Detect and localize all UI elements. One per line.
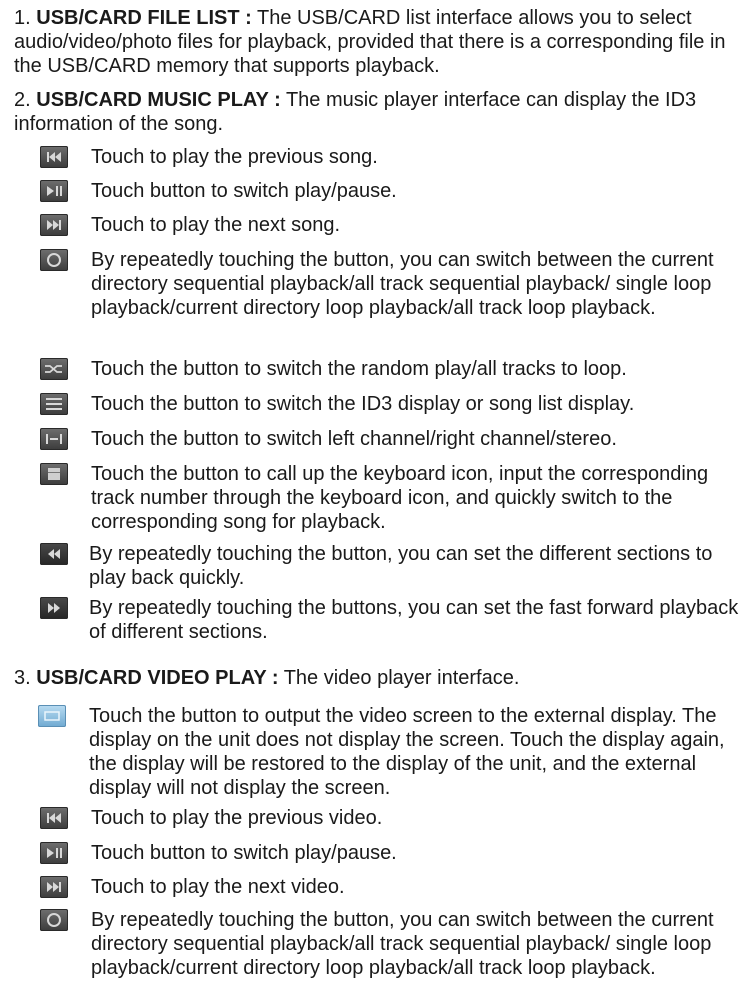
section-title: USB/CARD MUSIC PLAY : xyxy=(36,89,281,111)
item-text: Touch the button to output the video scr… xyxy=(89,705,725,799)
manual-page: 1. USB/CARD FILE LIST : The USB/CARD lis… xyxy=(0,0,744,1001)
item-text: Touch the button to switch the ID3 displ… xyxy=(91,393,635,415)
play-pause-icon xyxy=(40,180,68,202)
item-text: Touch to play the next song. xyxy=(91,214,341,236)
next-track-icon xyxy=(40,214,68,236)
play-pause-icon xyxy=(40,842,68,864)
section-title: USB/CARD FILE LIST : xyxy=(36,7,252,29)
section-number: 2. xyxy=(14,89,31,111)
section-number: 1. xyxy=(14,7,31,29)
item-text: Touch the button to switch left channel/… xyxy=(91,428,617,450)
section-usb-card-music-play: 2. USB/CARD MUSIC PLAY : The music playe… xyxy=(14,88,740,136)
repeat-icon xyxy=(40,249,68,271)
item-text: By repeatedly touching the button, you c… xyxy=(91,909,714,979)
channel-icon xyxy=(40,428,68,450)
item-text: Touch the button to switch the random pl… xyxy=(91,358,627,380)
repeat-icon xyxy=(40,909,68,931)
item-text: Touch the button to call up the keyboard… xyxy=(91,463,709,533)
item-text: Touch to play the previous song. xyxy=(91,146,378,168)
shuffle-icon xyxy=(40,358,68,380)
section-title: USB/CARD VIDEO PLAY : xyxy=(36,667,279,689)
external-display-icon xyxy=(38,705,66,727)
item-text: Touch button to switch play/pause. xyxy=(91,180,397,202)
section-text: The video player interface. xyxy=(283,667,520,689)
section-usb-card-file-list: 1. USB/CARD FILE LIST : The USB/CARD lis… xyxy=(14,6,740,78)
previous-track-icon xyxy=(40,807,68,829)
next-track-icon xyxy=(40,876,68,898)
section-usb-card-video-play: 3. USB/CARD VIDEO PLAY : The video playe… xyxy=(14,666,740,690)
item-text: Touch button to switch play/pause. xyxy=(91,842,397,864)
keypad-icon xyxy=(40,463,68,485)
item-text: Touch to play the next video. xyxy=(91,876,345,898)
item-text: By repeatedly touching the button, you c… xyxy=(89,543,713,589)
previous-track-icon xyxy=(40,146,68,168)
fast-rewind-icon xyxy=(40,543,68,565)
item-text: Touch to play the previous video. xyxy=(91,807,383,829)
list-icon xyxy=(40,393,68,415)
item-text: By repeatedly touching the button, you c… xyxy=(91,249,714,319)
section-number: 3. xyxy=(14,667,31,689)
item-text: By repeatedly touching the buttons, you … xyxy=(89,597,739,643)
fast-forward-icon xyxy=(40,597,68,619)
